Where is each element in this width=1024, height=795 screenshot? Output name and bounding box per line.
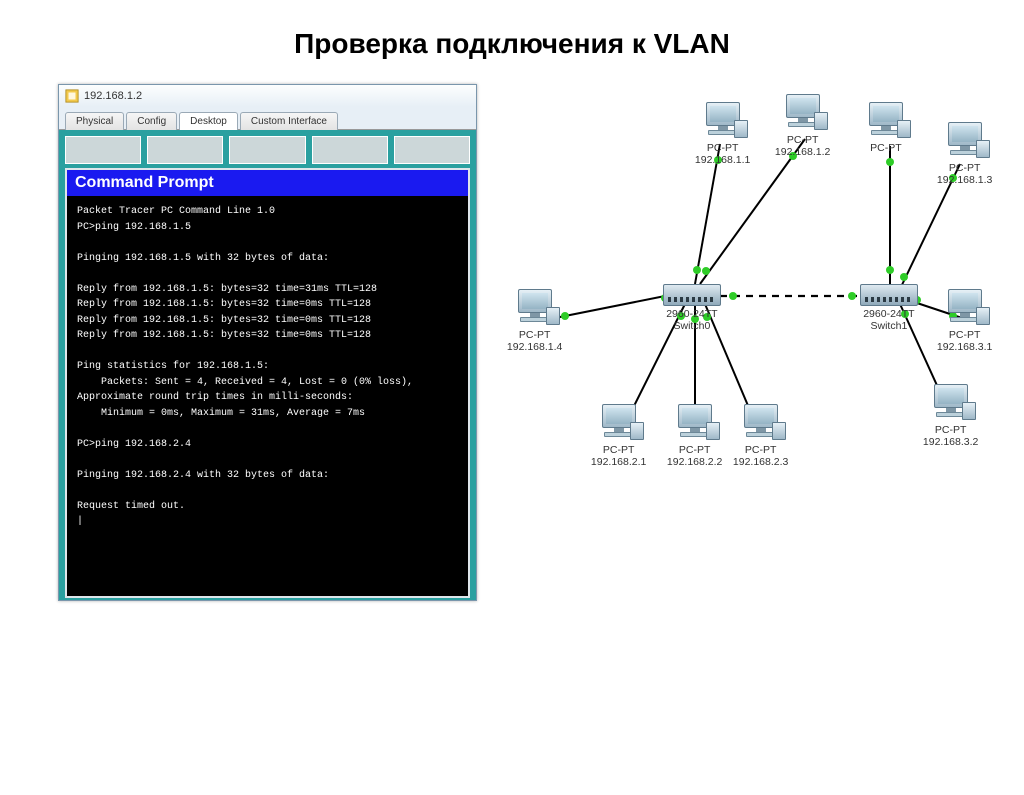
tab-desktop[interactable]: Desktop (179, 112, 238, 130)
thumb-icon[interactable] (229, 136, 305, 164)
packet-tracer-window: 192.168.1.2 Physical Config Desktop Cust… (58, 84, 477, 601)
thumb-icon[interactable] (394, 136, 470, 164)
slide-title: Проверка подключения к VLAN (0, 28, 1024, 60)
command-prompt-window: Command Prompt Packet Tracer PC Command … (65, 168, 470, 598)
thumb-icon[interactable] (147, 136, 223, 164)
pc-node[interactable]: PC-PT 192.168.1.2 (775, 94, 830, 158)
window-title: 192.168.1.2 (84, 90, 142, 102)
tab-physical[interactable]: Physical (65, 112, 124, 130)
pc-node[interactable]: PC-PT 192.168.2.1 (591, 404, 646, 468)
command-prompt-output[interactable]: Packet Tracer PC Command Line 1.0 PC>pin… (67, 196, 468, 596)
pc-node[interactable]: PC-PT 192.168.1.4 (507, 289, 562, 353)
desktop-area: Command Prompt Packet Tracer PC Command … (59, 130, 476, 600)
window-titlebar: 192.168.1.2 (59, 85, 476, 107)
tab-config[interactable]: Config (126, 112, 177, 130)
thumb-icon[interactable] (312, 136, 388, 164)
topology-diagram: PC-PT 192.168.1.1 PC-PT 192.168.1.2 PC-P… (505, 84, 966, 574)
pc-node[interactable]: PC-PT 192.168.3.2 (923, 384, 978, 448)
thumb-icon[interactable] (65, 136, 141, 164)
pc-node[interactable]: PC-PT 192.168.3.1 (937, 289, 992, 353)
pc-node[interactable]: PC-PT 192.168.1.3 (937, 122, 992, 186)
command-prompt-title: Command Prompt (67, 170, 468, 196)
switch-node[interactable]: 2960-24TT Switch0 (663, 284, 721, 332)
tab-custom-interface[interactable]: Custom Interface (240, 112, 338, 130)
tab-bar: Physical Config Desktop Custom Interface (59, 107, 476, 130)
app-icon (65, 89, 79, 103)
desktop-thumbnails (65, 136, 470, 164)
switch-node[interactable]: 2960-24TT Switch1 (860, 284, 918, 332)
pc-node[interactable]: PC-PT (865, 102, 907, 154)
pc-node[interactable]: PC-PT 192.168.2.2 (667, 404, 722, 468)
pc-node[interactable]: PC-PT 192.168.2.3 (733, 404, 788, 468)
pc-node[interactable]: PC-PT 192.168.1.1 (695, 102, 750, 166)
